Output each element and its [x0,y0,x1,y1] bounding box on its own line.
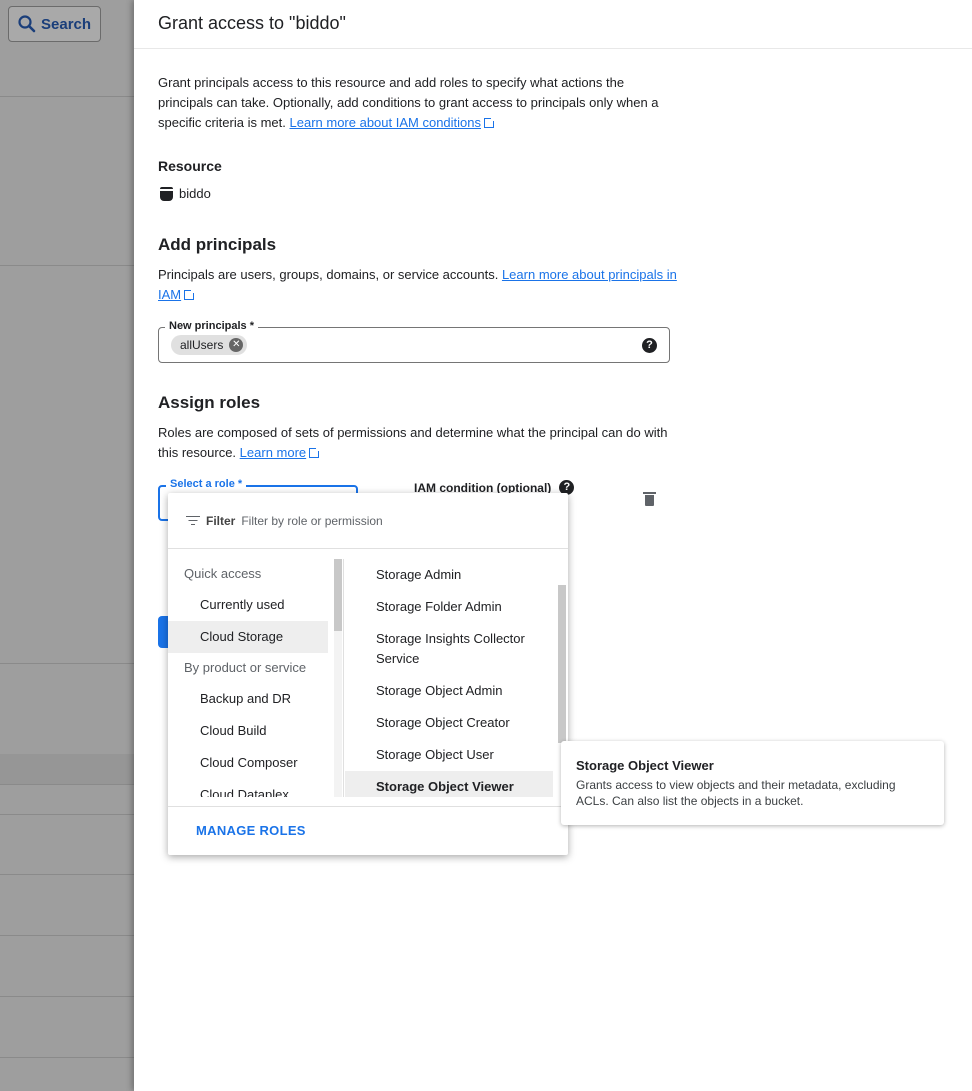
assign-roles-body: Roles are composed of sets of permission… [158,425,668,460]
group-by-product: By product or service [184,660,307,675]
header-divider [134,48,972,49]
role-list: Storage Admin Storage Folder Admin Stora… [345,559,553,797]
resource-name: biddo [179,186,211,201]
role-item[interactable]: Storage Object Creator [345,707,553,739]
help-icon[interactable]: ? [642,338,657,353]
bg-divider [0,1057,134,1058]
filter-input[interactable]: Filter by role or permission [241,514,382,528]
new-principals-field[interactable]: New principals * allUsers ✕ ? [158,320,670,363]
filter-label: Filter [206,513,236,528]
select-role-label: Select a role * [166,478,247,490]
role-item[interactable]: Storage Insights Collector Service [345,623,553,675]
assign-roles-heading: Assign roles [158,393,261,412]
search-button[interactable]: Search [8,6,101,42]
new-principals-label: New principals * [165,320,258,332]
role-item[interactable]: Storage Object Admin [345,675,553,707]
iam-conditions-link[interactable]: Learn more about IAM conditions [289,115,496,130]
filter-icon [186,515,200,526]
tooltip-description: Grants access to view objects and their … [576,778,896,808]
iam-conditions-link-label: Learn more about IAM conditions [289,115,482,130]
panel-title: Grant access to "biddo" [158,13,346,33]
search-label: Search [41,15,92,33]
intro-text: Grant principals access to this resource… [158,73,670,133]
role-dropdown: Filter Filter by role or permission Quic… [168,493,568,855]
bg-row [0,754,134,784]
category-item[interactable]: Currently used [168,589,328,621]
role-item-highlighted[interactable]: Storage Object Viewer [345,771,553,797]
learn-more-link-label: Learn more [239,445,307,460]
role-tooltip: Storage Object Viewer Grants access to v… [561,741,944,825]
remove-chip-icon[interactable]: ✕ [229,338,244,352]
bg-divider [0,874,134,875]
bg-divider [0,784,134,785]
bg-divider [0,265,134,266]
bg-divider [0,663,134,664]
bg-divider [0,814,134,815]
resource-row: biddo [159,186,211,201]
category-item[interactable]: Cloud Build [168,715,328,747]
category-item[interactable]: Cloud Composer [168,747,328,779]
principal-chip[interactable]: allUsers ✕ [171,335,248,355]
external-link-icon [309,446,322,458]
group-quick-access: Quick access [184,566,262,581]
category-item[interactable]: Backup and DR [168,683,328,715]
category-item-selected[interactable]: Cloud Storage [168,621,328,653]
search-icon [18,15,36,33]
category-item[interactable]: Cloud Dataplex [168,779,328,797]
principal-chip-label: allUsers [180,338,224,352]
bg-divider [0,96,134,97]
add-principals-heading: Add principals [158,235,277,254]
role-item[interactable]: Storage Object User [345,739,553,771]
external-link-icon [184,288,197,300]
tooltip-title: Storage Object Viewer [576,758,714,773]
filter-bar[interactable]: Filter Filter by role or permission [168,493,568,549]
dropdown-footer: MANAGE ROLES [168,806,568,855]
manage-roles-button[interactable]: MANAGE ROLES [196,823,306,838]
bg-divider [0,996,134,997]
category-list: Quick access Currently used Cloud Storag… [168,559,344,797]
assign-roles-desc: Roles are composed of sets of permission… [158,423,678,463]
add-principals-desc: Principals are users, groups, domains, o… [158,265,678,305]
role-scrollbar[interactable] [558,585,566,743]
trash-icon[interactable] [643,492,656,506]
resource-heading: Resource [158,158,222,174]
external-link-icon [484,116,496,128]
role-item[interactable]: Storage Folder Admin [345,591,553,623]
add-principals-body: Principals are users, groups, domains, o… [158,267,499,282]
bg-divider [0,935,134,936]
learn-more-link[interactable]: Learn more [239,445,322,460]
role-item[interactable]: Storage Admin [345,559,553,591]
bucket-icon [159,186,174,201]
